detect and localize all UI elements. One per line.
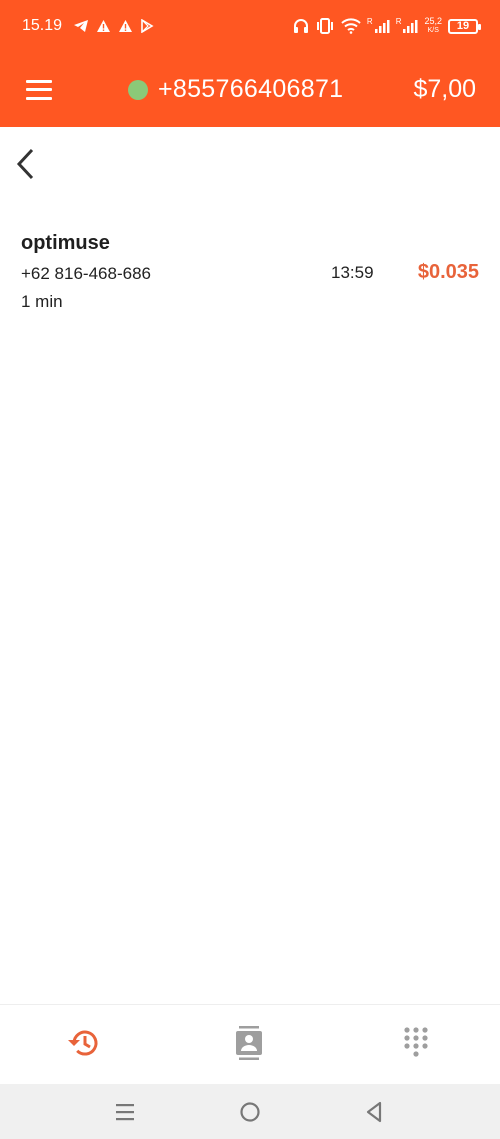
system-navigation-bar [0, 1084, 500, 1139]
history-icon [68, 1030, 98, 1056]
contacts-icon [236, 1026, 262, 1060]
chevron-left-icon [16, 148, 34, 180]
signal-label: R [395, 17, 402, 26]
call-duration: 1 min [21, 292, 63, 311]
signal-icon [374, 20, 390, 33]
system-back-button[interactable] [360, 1098, 388, 1126]
warning-icon [97, 20, 111, 32]
recents-button[interactable] [111, 1098, 139, 1126]
recents-icon [116, 1104, 134, 1121]
call-time: 13:59 [331, 263, 374, 282]
online-status-indicator [128, 79, 148, 100]
bottom-navigation [0, 1004, 500, 1084]
home-icon [240, 1102, 260, 1122]
call-history-item[interactable]: optimuse +62 816-468-686 1 min 13:59 $0.… [21, 232, 481, 316]
wifi-icon [341, 18, 361, 34]
dialpad-icon [404, 1027, 428, 1057]
warning-icon [119, 20, 133, 32]
headset-icon [293, 19, 308, 33]
account-phone: +855766406871 [128, 75, 343, 104]
tab-dialpad[interactable] [396, 1023, 436, 1063]
app-bar: +855766406871 $7,00 [0, 52, 500, 127]
home-button[interactable] [236, 1098, 264, 1126]
call-cost: $0.035 [417, 261, 479, 283]
telegram-icon [74, 20, 89, 32]
back-button[interactable] [12, 146, 42, 182]
signal-icon [403, 20, 418, 33]
play-store-icon [141, 19, 154, 33]
status-time: 15.19 [22, 17, 63, 34]
network-speed: 25,2 K/S [424, 16, 442, 35]
contact-name: optimuse [21, 232, 110, 254]
tab-history[interactable] [63, 1023, 103, 1063]
contact-number: +62 816-468-686 [21, 264, 151, 283]
back-triangle-icon [366, 1101, 382, 1123]
vibrate-icon [316, 18, 333, 34]
battery-indicator: 19 [448, 18, 481, 34]
status-bar: 15.19 R R 25,2 K/S 19 [0, 0, 500, 52]
account-phone-number: +855766406871 [158, 75, 344, 103]
tab-contacts[interactable] [229, 1023, 269, 1063]
account-balance[interactable]: $7,00 [413, 75, 476, 104]
menu-icon[interactable] [26, 79, 52, 100]
signal-label: R [366, 17, 373, 26]
